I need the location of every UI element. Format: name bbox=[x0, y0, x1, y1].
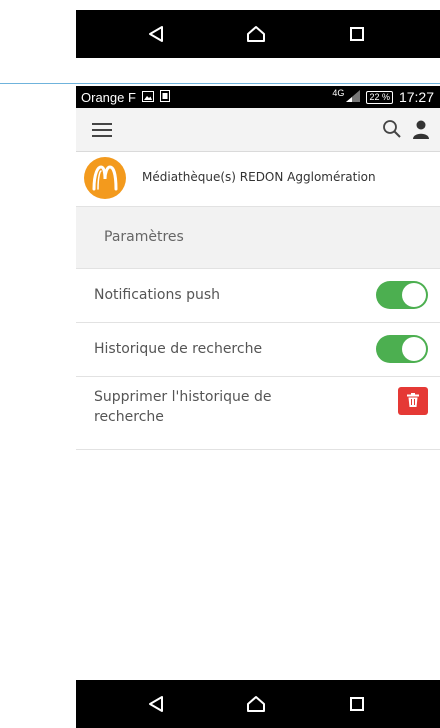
status-right-group: 4G 22 % 17:27 bbox=[332, 86, 434, 108]
notifications-push-toggle[interactable] bbox=[376, 281, 428, 309]
network-label: 4G bbox=[332, 88, 345, 98]
search-icon[interactable] bbox=[382, 119, 402, 143]
back-icon[interactable] bbox=[131, 680, 181, 728]
trash-icon bbox=[407, 392, 419, 411]
setting-label: Supprimer l'historique de recherche bbox=[94, 389, 272, 425]
signal-icon bbox=[346, 89, 361, 105]
recents-icon[interactable] bbox=[332, 10, 382, 58]
toggle-knob bbox=[402, 337, 426, 361]
recents-icon[interactable] bbox=[332, 680, 382, 728]
page: Orange F 4G 22 % 17:27 Médiathèque(s) RE… bbox=[0, 0, 440, 728]
search-history-toggle[interactable] bbox=[376, 335, 428, 363]
toggle-knob bbox=[402, 283, 426, 307]
battery-indicator: 22 % bbox=[366, 90, 393, 104]
image-notification-icon bbox=[141, 90, 154, 105]
phone-screen: Orange F 4G 22 % 17:27 Médiathèque(s) RE… bbox=[76, 86, 440, 680]
clock: 17:27 bbox=[398, 89, 434, 105]
library-header: Médiathèque(s) REDON Agglomération bbox=[76, 152, 440, 207]
home-icon[interactable] bbox=[231, 680, 281, 728]
setting-label: Historique de recherche bbox=[94, 341, 263, 357]
setting-notifications-push: Notifications push bbox=[76, 269, 440, 323]
library-name: Médiathèque(s) REDON Agglomération bbox=[142, 170, 376, 184]
carrier-label: Orange F bbox=[81, 89, 136, 105]
setting-delete-history: Supprimer l'historique de recherche bbox=[76, 377, 440, 450]
android-nav-bar-top bbox=[76, 10, 440, 58]
app-bar bbox=[76, 108, 440, 152]
setting-search-history: Historique de recherche bbox=[76, 323, 440, 377]
library-logo bbox=[84, 157, 126, 199]
divider-line bbox=[0, 83, 440, 84]
status-bar: Orange F 4G 22 % 17:27 bbox=[76, 86, 440, 108]
phone-notification-icon bbox=[159, 89, 170, 105]
setting-label: Notifications push bbox=[94, 287, 220, 303]
android-nav-bar-bottom bbox=[76, 680, 440, 728]
hamburger-icon[interactable] bbox=[92, 122, 112, 141]
delete-history-button[interactable] bbox=[398, 387, 428, 415]
settings-section-header: Paramètres bbox=[76, 207, 440, 269]
section-title: Paramètres bbox=[104, 229, 184, 245]
home-icon[interactable] bbox=[231, 10, 281, 58]
back-icon[interactable] bbox=[131, 10, 181, 58]
user-icon[interactable] bbox=[412, 119, 430, 143]
